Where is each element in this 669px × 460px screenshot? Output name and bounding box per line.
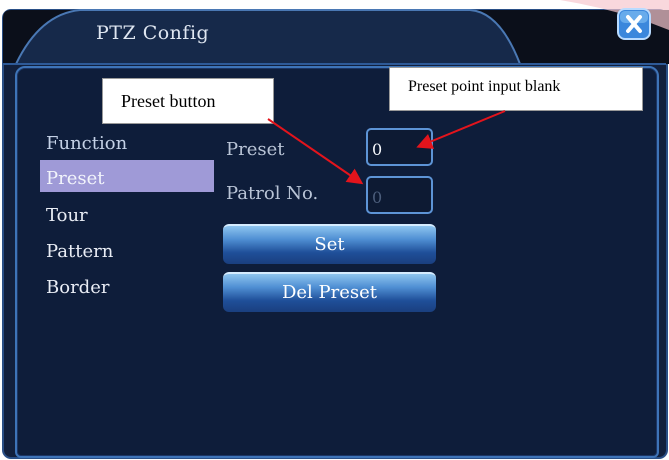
annotation-arrows xyxy=(267,110,506,185)
arrow-to-preset-input xyxy=(416,110,506,149)
ptz-config-screen: PTZ Config Function Preset Tour Pattern … xyxy=(0,0,669,460)
arrow-to-patrol-input xyxy=(267,118,364,185)
